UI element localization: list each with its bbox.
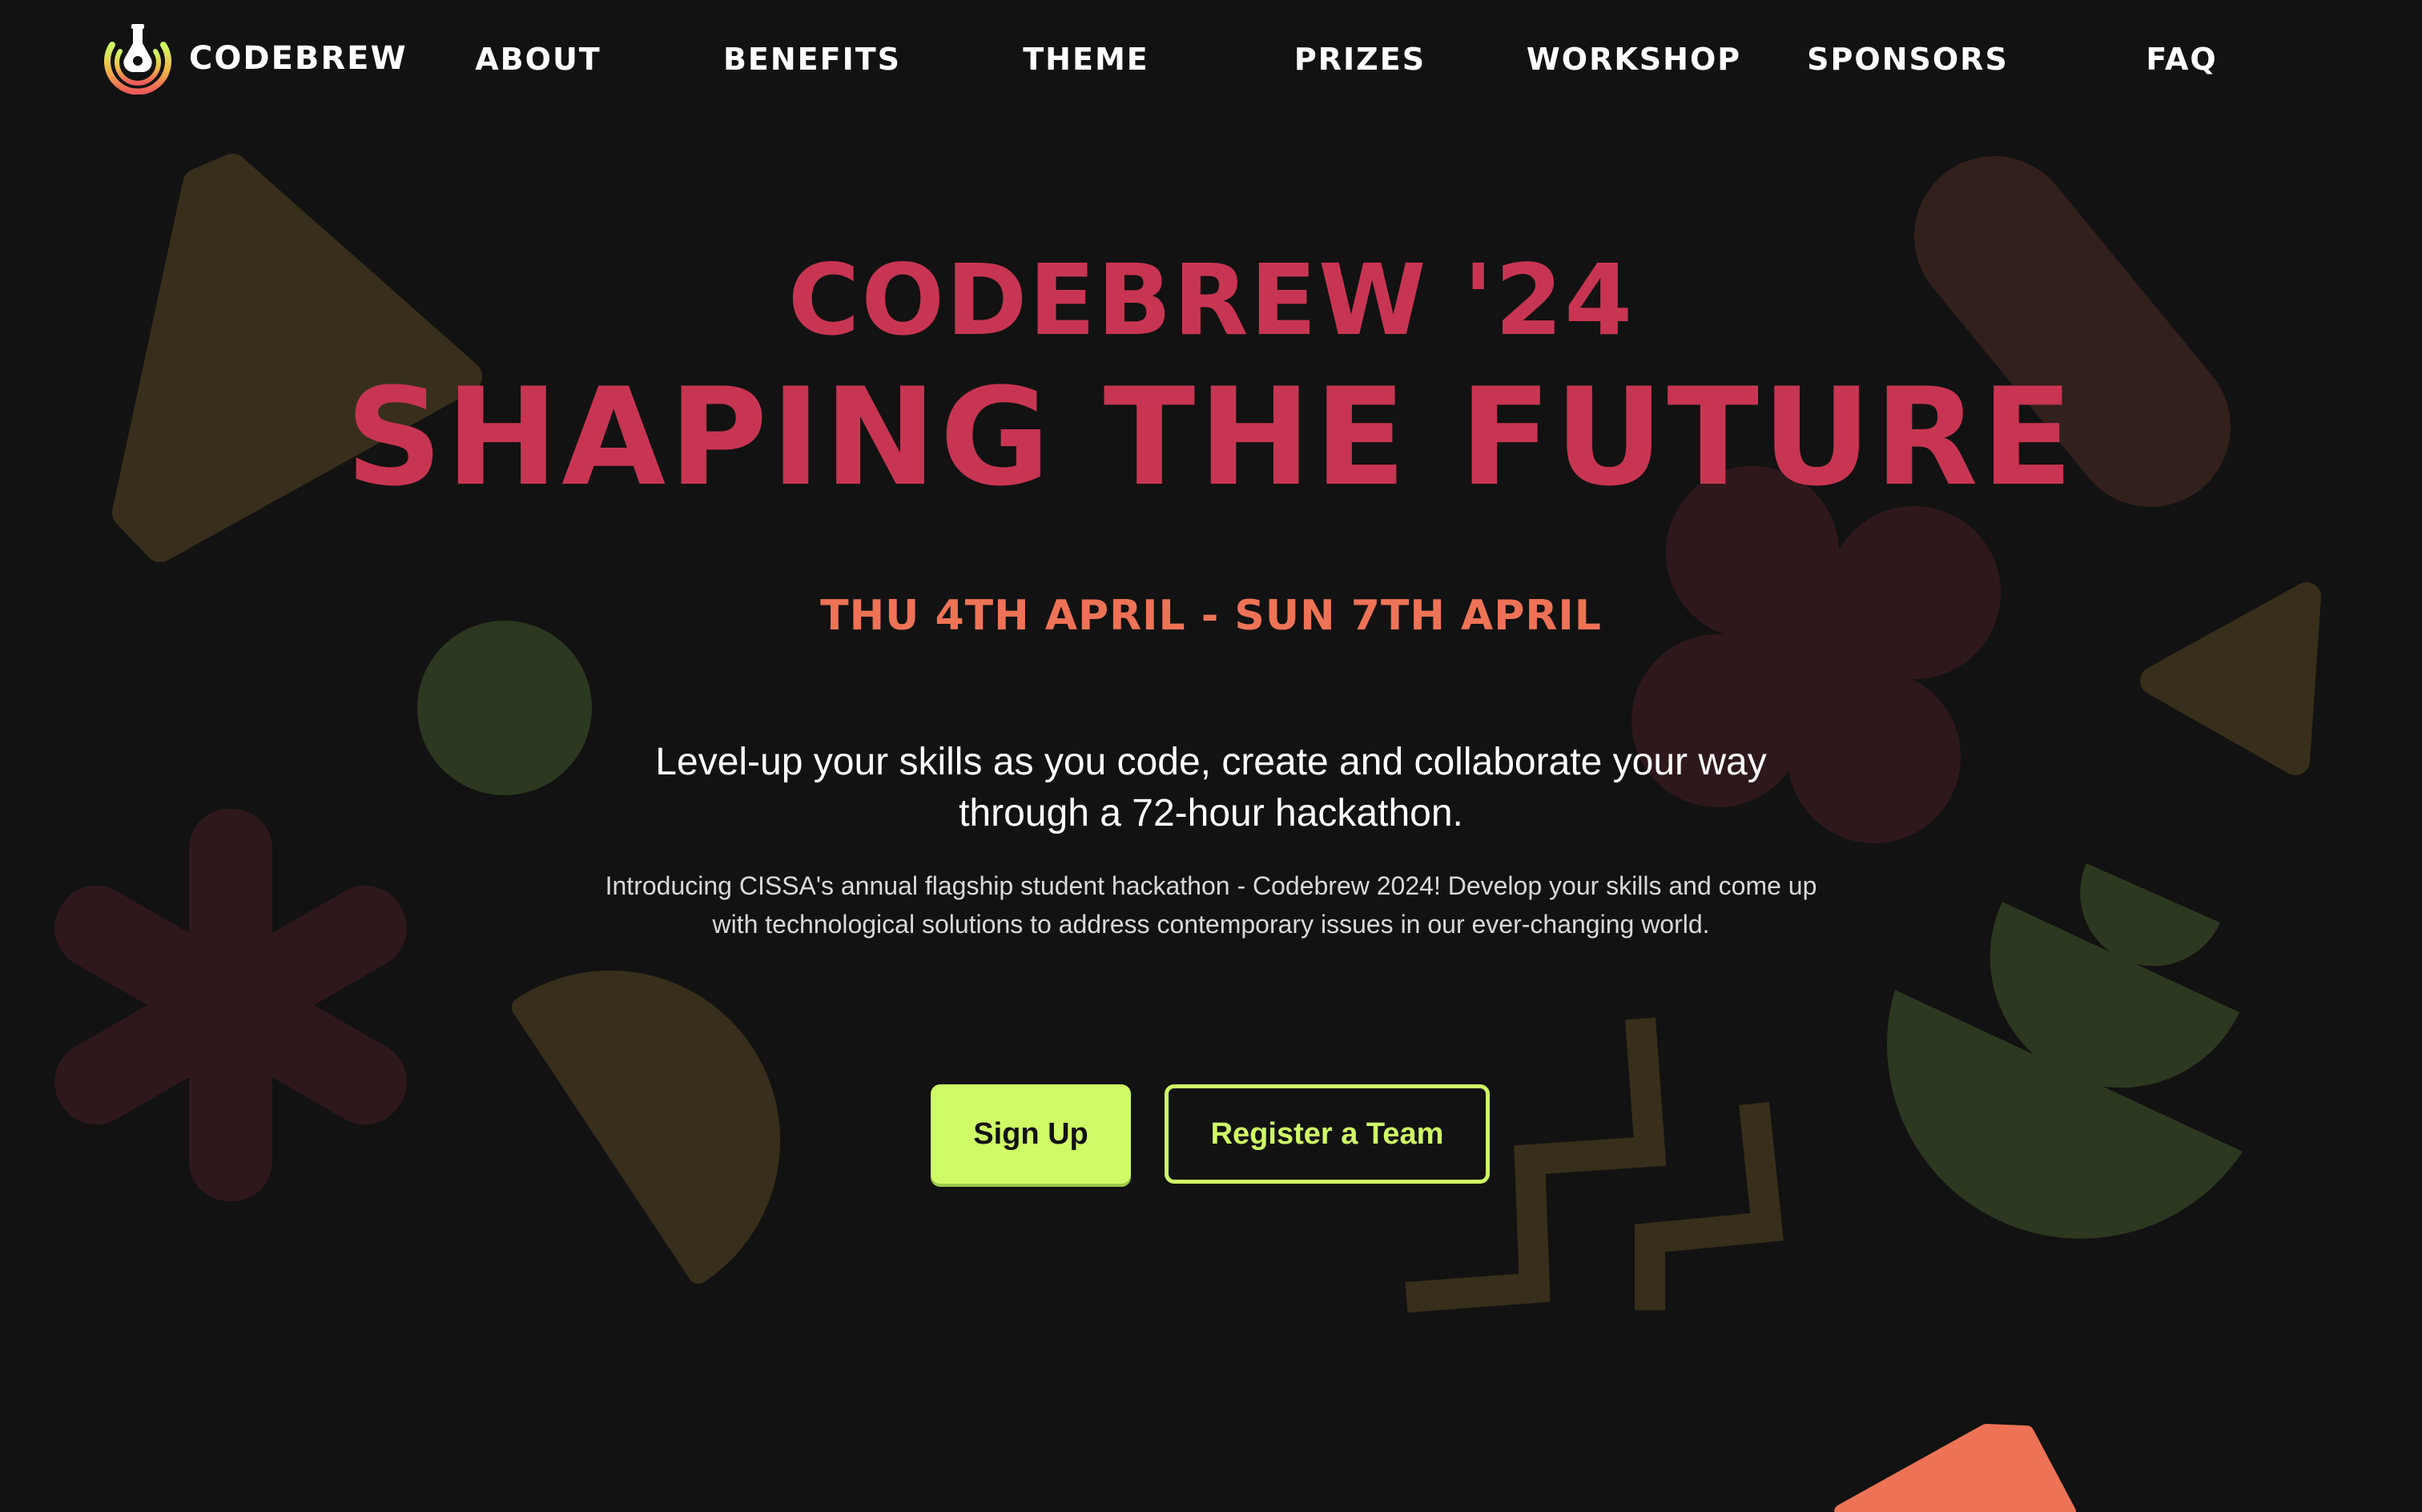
nav-sponsors-link[interactable]: SPONSORS xyxy=(1807,42,2009,77)
nav-about-link[interactable]: ABOUT xyxy=(475,42,601,77)
flask-ring-icon xyxy=(104,24,171,94)
hero-section: CODEBREW '24 SHAPING THE FUTURE THU 4TH … xyxy=(0,0,2422,1512)
hero-tagline: Level-up your skills as you code, create… xyxy=(655,741,1767,834)
nav-theme-link[interactable]: THEME xyxy=(1023,42,1149,77)
nav-faq-link[interactable]: FAQ xyxy=(2146,42,2217,77)
hero-title: SHAPING THE FUTURE xyxy=(345,359,2077,516)
event-dates: THU 4TH APRIL - SUN 7TH APRIL xyxy=(820,592,1602,640)
nav-workshop-link[interactable]: WORKSHOP xyxy=(1527,42,1741,77)
hero-subtitle: CODEBREW '24 xyxy=(787,243,1635,357)
nav-prizes-link[interactable]: PRIZES xyxy=(1294,42,1426,77)
top-navigation: CODEBREW ABOUT BENEFITS THEME PRIZES WOR… xyxy=(0,0,2422,128)
brand-name: CODEBREW xyxy=(189,40,408,77)
hero-description: Introducing CISSA's annual flagship stud… xyxy=(605,871,1817,939)
sign-up-button[interactable]: Sign Up xyxy=(931,1084,1131,1184)
register-team-button[interactable]: Register a Team xyxy=(1165,1084,1490,1184)
nav-benefits-link[interactable]: BENEFITS xyxy=(723,42,901,77)
brand-logo[interactable]: CODEBREW xyxy=(101,22,408,94)
